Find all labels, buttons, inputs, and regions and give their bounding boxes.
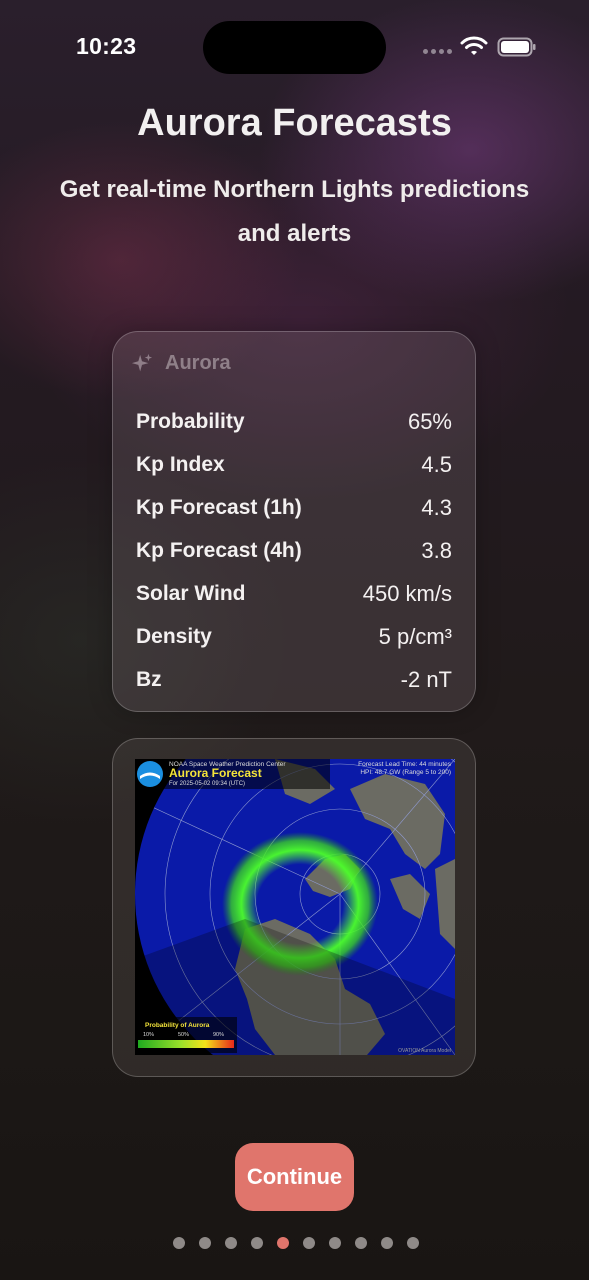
onboarding-screen: 10:23 Aurora Forecasts Get real-time Nor… <box>0 0 589 1280</box>
stat-value: 4.3 <box>421 495 452 520</box>
stat-label: Bz <box>136 668 162 691</box>
stat-row-kp-index: Kp Index 4.5 <box>136 450 452 480</box>
stat-row-solar-wind: Solar Wind 450 km/s <box>136 579 452 609</box>
stat-label: Density <box>136 625 212 648</box>
stat-label: Kp Index <box>136 453 225 476</box>
status-time: 10:23 <box>76 33 137 59</box>
legend-title: Probability of Aurora <box>145 1022 210 1029</box>
page-dot[interactable] <box>199 1237 211 1249</box>
page-dot[interactable] <box>355 1237 367 1249</box>
page-dot[interactable] <box>173 1237 185 1249</box>
aurora-widget-card: Aurora Probability 65% Kp Index 4.5 Kp F… <box>112 331 476 712</box>
map-credit: OVATION Aurora Model <box>398 1048 451 1054</box>
page-dot[interactable] <box>225 1237 237 1249</box>
stat-label: Kp Forecast (1h) <box>136 496 302 519</box>
stat-row-density: Density 5 p/cm³ <box>136 622 452 652</box>
battery-icon <box>497 37 536 57</box>
legend-tick: 50% <box>178 1032 189 1038</box>
page-dot[interactable] <box>381 1237 393 1249</box>
stat-label: Probability <box>136 410 245 433</box>
status-bar: 10:23 <box>0 0 589 94</box>
stat-value: 65% <box>407 409 452 434</box>
page-indicator[interactable] <box>0 1237 589 1249</box>
cellular-signal-icon <box>423 49 452 54</box>
widget-header: Aurora <box>131 352 231 375</box>
page-dot-active[interactable] <box>277 1237 289 1249</box>
stat-value: 3.8 <box>421 538 452 563</box>
map-date: For 2025-05-02 09:34 (UTC) <box>169 781 245 787</box>
map-hpi: HPI: 48.7 GW (Range 5 to 200) <box>360 769 451 776</box>
aurora-forecast-map: NOAA Space Weather Prediction Center Aur… <box>135 759 455 1055</box>
stat-row-probability: Probability 65% <box>136 407 452 437</box>
stat-value: 4.5 <box>421 452 452 477</box>
stat-value: 5 p/cm³ <box>378 624 452 649</box>
dynamic-island <box>203 21 386 74</box>
legend-tick: 10% <box>143 1032 154 1038</box>
stat-row-bz: Bz -2 nT <box>136 665 452 695</box>
page-subtitle: Get real-time Northern Lights prediction… <box>59 176 530 247</box>
stat-value: 450 km/s <box>362 581 452 606</box>
page-dot[interactable] <box>329 1237 341 1249</box>
aurora-map-card: NOAA Space Weather Prediction Center Aur… <box>112 738 476 1077</box>
stat-row-kp-forecast-1h: Kp Forecast (1h) 4.3 <box>136 493 452 523</box>
map-title: Aurora Forecast <box>169 766 262 780</box>
continue-button[interactable]: Continue <box>235 1143 354 1211</box>
legend-tick: 90% <box>213 1032 224 1038</box>
wifi-icon <box>460 36 488 55</box>
stat-label: Kp Forecast (4h) <box>136 539 302 562</box>
map-lead-time: Forecast Lead Time: 44 minutes <box>358 761 452 768</box>
sparkle-icon <box>131 353 153 371</box>
page-dot[interactable] <box>303 1237 315 1249</box>
stat-value: -2 nT <box>400 667 452 692</box>
stat-row-kp-forecast-4h: Kp Forecast (4h) 3.8 <box>136 536 452 566</box>
page-dot[interactable] <box>251 1237 263 1249</box>
stat-label: Solar Wind <box>136 582 246 605</box>
page-title: Aurora Forecasts <box>137 102 452 144</box>
probability-legend-bar <box>138 1040 234 1048</box>
widget-title: Aurora <box>165 352 231 374</box>
page-dot[interactable] <box>407 1237 419 1249</box>
